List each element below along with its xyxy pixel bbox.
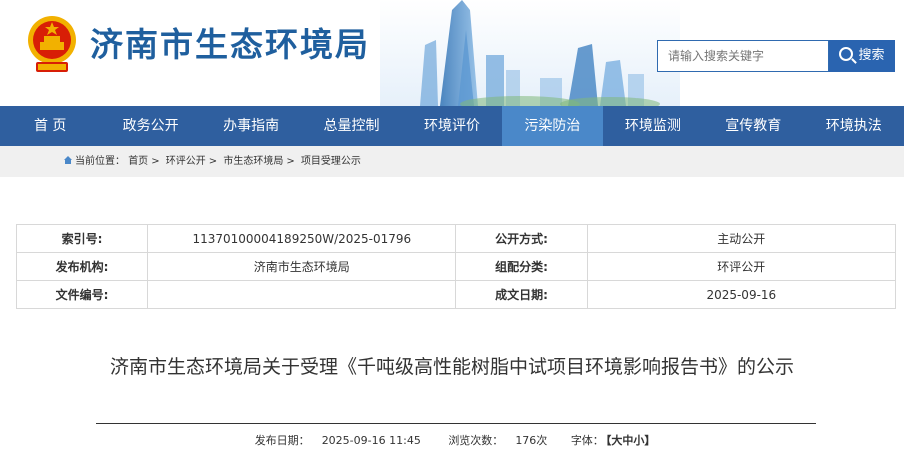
- doc-number-value: [147, 280, 457, 309]
- view-count-value: 176次: [515, 434, 548, 447]
- category-value: 环评公开: [586, 252, 897, 281]
- publisher-value: 济南市生态环境局: [147, 252, 457, 281]
- breadcrumb-prefix: 当前位置：: [75, 156, 125, 167]
- breadcrumb-separator: >: [151, 156, 160, 167]
- search-input[interactable]: [657, 40, 829, 72]
- breadcrumb-separator: >: [208, 156, 218, 167]
- font-large-button[interactable]: 大: [611, 434, 622, 447]
- font-size-control: 字体： 【大中小】: [569, 434, 656, 447]
- site-header: 济南市生态环境局 搜索: [0, 0, 904, 106]
- site-title: 济南市生态环境局: [90, 25, 370, 64]
- main-nav: 首 页 政务公开 办事指南 总量控制 环境评价 污染防治 环境监测 宣传教育 环…: [0, 106, 904, 146]
- article-title: 济南市生态环境局关于受理《千吨级高性能树脂中试项目环境影响报告书》的公示: [109, 356, 794, 378]
- index-value: 11370100004189250W/2025-01796: [147, 224, 457, 253]
- doc-number-label: 文件编号:: [15, 280, 149, 309]
- search-icon: [839, 47, 854, 61]
- nav-item-environmental-monitoring[interactable]: 环境监测: [603, 106, 703, 146]
- document-info-table: 索引号: 11370100004189250W/2025-01796 公开方式:…: [15, 224, 897, 309]
- index-label: 索引号:: [15, 224, 149, 253]
- title-divider: [96, 423, 816, 424]
- font-medium-button[interactable]: 中: [622, 434, 633, 447]
- search-button[interactable]: 搜索: [829, 40, 895, 72]
- public-mode-value: 主动公开: [586, 224, 897, 253]
- publish-date-value: 2025-09-16 11:45: [321, 434, 421, 447]
- font-small-button[interactable]: 小: [633, 434, 644, 447]
- breadcrumb-project-notice[interactable]: 项目受理公示: [301, 156, 361, 167]
- view-count-label: 浏览次数：: [448, 434, 504, 447]
- publisher-label: 发布机构:: [15, 252, 149, 281]
- font-size-label: 字体：: [570, 434, 604, 447]
- breadcrumb-city-bureau[interactable]: 市生态环境局: [223, 156, 283, 167]
- nav-item-environmental-assessment[interactable]: 环境评价: [402, 106, 502, 146]
- nav-item-pollution-prevention[interactable]: 污染防治: [502, 106, 603, 146]
- view-count: 浏览次数： 176次: [442, 434, 553, 447]
- publish-date-label: 发布日期：: [254, 434, 310, 447]
- breadcrumb-home[interactable]: 首页: [128, 156, 148, 167]
- nav-item-law-enforcement[interactable]: 环境执法: [804, 106, 904, 146]
- nav-item-publicity-education[interactable]: 宣传教育: [703, 106, 803, 146]
- article-meta: 发布日期： 2025-09-16 11:45 浏览次数： 176次 字体： 【大中小】: [0, 432, 904, 448]
- breadcrumb: 当前位置： 首页 > 环评公开 > 市生态环境局 > 项目受理公示: [0, 146, 904, 177]
- nav-item-service-guide[interactable]: 办事指南: [201, 106, 301, 146]
- publish-date: 发布日期： 2025-09-16 11:45: [249, 434, 427, 447]
- breadcrumb-separator: >: [286, 156, 295, 167]
- nav-item-home[interactable]: 首 页: [0, 106, 100, 146]
- public-mode-label: 公开方式:: [455, 224, 588, 253]
- location-icon: [64, 156, 72, 164]
- written-date-value: 2025-09-16: [586, 280, 897, 309]
- search-button-label: 搜索: [858, 48, 885, 63]
- written-date-label: 成文日期:: [455, 280, 588, 309]
- font-bracket-close: 】: [644, 434, 656, 447]
- table-row: 文件编号: 成文日期: 2025-09-16: [15, 280, 897, 309]
- nav-item-government-affairs[interactable]: 政务公开: [100, 106, 200, 146]
- table-row: 索引号: 11370100004189250W/2025-01796 公开方式:…: [15, 224, 897, 253]
- category-label: 组配分类:: [455, 252, 588, 281]
- table-row: 发布机构: 济南市生态环境局 组配分类: 环评公开: [15, 252, 897, 281]
- nav-item-total-control[interactable]: 总量控制: [301, 106, 401, 146]
- national-emblem-icon: [28, 16, 76, 72]
- breadcrumb-eia-public[interactable]: 环评公开: [166, 156, 206, 167]
